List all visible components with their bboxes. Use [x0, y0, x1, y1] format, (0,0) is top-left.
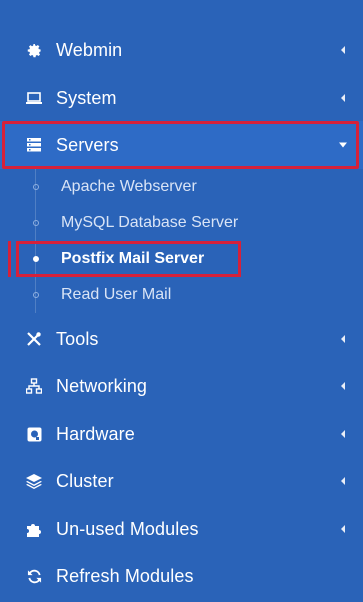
menu-item-label: Cluster [56, 470, 114, 491]
menu-item-servers[interactable]: Servers [0, 121, 363, 169]
chevron-left-icon [341, 335, 345, 343]
menu-item-label: Un-used Modules [56, 518, 199, 539]
menu-item-label: Tools [56, 328, 99, 349]
menu-item-cluster[interactable]: Cluster [0, 457, 363, 505]
tools-icon [26, 331, 42, 347]
submenu-item-label: Apache Webserver [61, 178, 197, 195]
server-icon [26, 137, 42, 153]
submenu-item-apache-webserver[interactable]: Apache Webserver [0, 169, 363, 205]
menu-item-unused-modules[interactable]: Un-used Modules [0, 505, 363, 553]
submenu-item-mysql-database-server[interactable]: MySQL Database Server [0, 205, 363, 241]
bullet-icon [33, 220, 39, 226]
submenu-item-read-user-mail[interactable]: Read User Mail [0, 277, 363, 313]
menu-item-refresh-modules[interactable]: Refresh Modules [0, 552, 363, 600]
menu-item-hardware[interactable]: Hardware [0, 410, 363, 458]
menu-item-label: Networking [56, 375, 148, 396]
menu-item-label: Hardware [56, 423, 135, 444]
chevron-down-icon [339, 142, 347, 148]
layers-icon [26, 473, 42, 489]
chevron-left-icon [341, 430, 345, 438]
submenu-item-label: Postfix Mail Server [61, 250, 205, 267]
menu-item-webmin[interactable]: Webmin [0, 26, 363, 74]
chevron-left-icon [341, 382, 345, 390]
bullet-icon [33, 256, 39, 262]
chevron-left-icon [341, 525, 345, 533]
menu-item-label: System [56, 87, 117, 108]
submenu-item-label: Read User Mail [61, 286, 172, 303]
network-icon [26, 378, 42, 394]
chevron-left-icon [341, 46, 345, 54]
webmin-sidebar: Webmin System Servers Apache Webserver M… [0, 0, 363, 602]
menu-item-system[interactable]: System [0, 74, 363, 122]
menu-item-label: Webmin [56, 39, 123, 60]
menu-item-networking[interactable]: Networking [0, 362, 363, 410]
menu-item-label: Refresh Modules [56, 565, 194, 586]
puzzle-icon [26, 521, 42, 537]
chevron-left-icon [341, 94, 345, 102]
submenu-item-label: MySQL Database Server [61, 214, 239, 231]
laptop-icon [26, 90, 42, 106]
refresh-icon [26, 568, 42, 584]
menu-item-label: Servers [56, 134, 119, 155]
bullet-icon [33, 292, 39, 298]
gear-icon [26, 42, 42, 58]
chevron-left-icon [341, 477, 345, 485]
menu-item-tools[interactable]: Tools [0, 315, 363, 363]
submenu-item-postfix-mail-server[interactable]: Postfix Mail Server [0, 241, 363, 277]
hardware-icon [26, 426, 42, 442]
bullet-icon [33, 184, 39, 190]
